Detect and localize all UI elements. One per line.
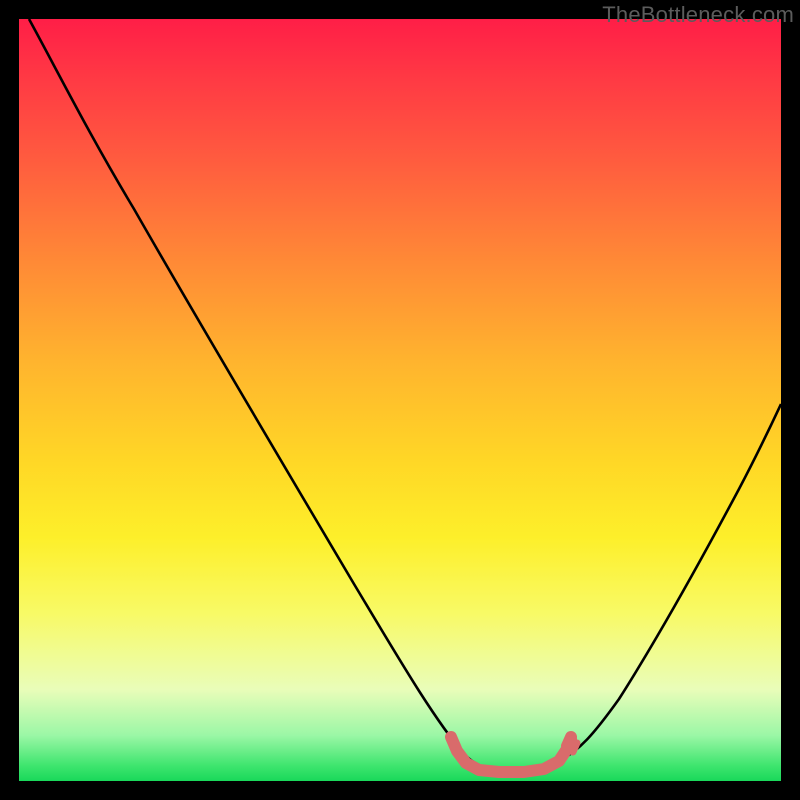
chart-frame: TheBottleneck.com: [0, 0, 800, 800]
watermark-text: TheBottleneck.com: [602, 2, 794, 28]
gradient-plot-area: [19, 19, 781, 781]
